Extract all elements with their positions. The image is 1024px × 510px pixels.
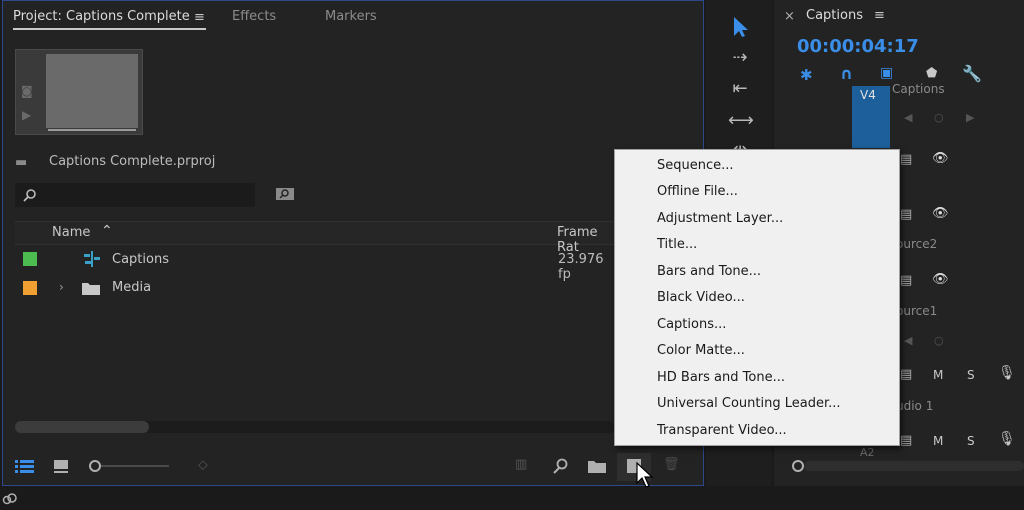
selection-tool-icon[interactable] bbox=[732, 16, 748, 38]
timeline-zoom-handle[interactable] bbox=[792, 460, 804, 472]
sync-lock-icon[interactable]: ▤ bbox=[900, 207, 912, 222]
timecode-display[interactable]: 00:00:04:17 bbox=[797, 36, 919, 57]
sort-icons-icon[interactable]: ⬦ bbox=[198, 457, 208, 473]
sync-lock-icon[interactable]: ▤ bbox=[900, 273, 912, 288]
wrench-icon[interactable]: 🔧 bbox=[962, 64, 982, 83]
item-name: Captions bbox=[112, 252, 169, 267]
new-bin-icon[interactable] bbox=[588, 459, 606, 473]
horizontal-scrollbar[interactable] bbox=[15, 421, 615, 433]
menu-item-transparent-video[interactable]: Transparent Video... bbox=[657, 418, 887, 444]
prev-caption-icon[interactable]: ◀ bbox=[904, 111, 912, 124]
active-tab-indicator bbox=[13, 28, 206, 30]
sync-lock-icon[interactable]: ▤ bbox=[900, 152, 912, 167]
project-file-name: Captions Complete.prproj bbox=[49, 154, 216, 169]
menu-item-hd-bars-and-tone[interactable]: HD Bars and Tone... bbox=[657, 365, 887, 391]
project-panel: Project: Captions Complete ≡ Effects Mar… bbox=[2, 0, 704, 488]
eye-icon[interactable]: 👁 bbox=[932, 272, 949, 287]
search-icon bbox=[23, 189, 36, 202]
nest-toggle-icon[interactable]: ✱ bbox=[800, 66, 813, 84]
clear-trash-icon[interactable]: 🗑 bbox=[663, 457, 680, 472]
menu-item-color-matte[interactable]: Color Matte... bbox=[657, 338, 887, 364]
thumbnail-scrubber[interactable] bbox=[48, 129, 136, 131]
track-v4-target[interactable]: V4 bbox=[852, 86, 890, 148]
mouse-cursor-icon bbox=[636, 461, 654, 488]
status-bar bbox=[0, 488, 1024, 510]
sync-lock-icon[interactable]: ▤ bbox=[900, 433, 912, 448]
snap-icon[interactable]: ∩ bbox=[840, 64, 853, 83]
thumbnail-image bbox=[46, 54, 138, 128]
mute-button[interactable]: M bbox=[933, 368, 943, 382]
name-column-header[interactable]: Name bbox=[52, 225, 90, 240]
new-item-context-menu: Sequence... Offline File... Adjustment L… bbox=[614, 149, 900, 446]
source2-track-name: ource2 bbox=[896, 237, 938, 251]
menu-item-sequence[interactable]: Sequence... bbox=[657, 153, 887, 179]
menu-item-bars-and-tone[interactable]: Bars and Tone... bbox=[657, 259, 887, 285]
audio1-track-name: udio 1 bbox=[896, 399, 934, 413]
microphone-icon[interactable]: 🎙 bbox=[998, 431, 1016, 447]
tab-markers[interactable]: Markers bbox=[325, 9, 377, 24]
menu-item-black-video[interactable]: Black Video... bbox=[657, 285, 887, 311]
find-bin-icon[interactable] bbox=[276, 187, 294, 201]
list-item[interactable]: › Media bbox=[15, 274, 615, 302]
project-file-icon: ▬ bbox=[15, 155, 28, 170]
automate-to-sequence-icon[interactable]: ▥ bbox=[515, 457, 527, 472]
eye-icon[interactable]: 👁 bbox=[932, 151, 949, 166]
tab-project[interactable]: Project: Captions Complete bbox=[13, 9, 190, 24]
preview-thumbnail: ◙ ▶ bbox=[15, 49, 143, 135]
menu-item-adjustment-layer[interactable]: Adjustment Layer... bbox=[657, 206, 887, 232]
zoom-slider-handle[interactable] bbox=[89, 460, 101, 472]
menu-item-universal-counting-leader[interactable]: Universal Counting Leader... bbox=[657, 391, 887, 417]
panel-menu-icon[interactable]: ≡ bbox=[194, 10, 205, 25]
mute-button[interactable]: M bbox=[933, 434, 943, 448]
add-keyframe-icon[interactable]: ○ bbox=[934, 334, 944, 347]
sort-ascending-icon[interactable]: ⌃ bbox=[101, 223, 113, 239]
folder-icon bbox=[82, 283, 100, 295]
expand-chevron-icon[interactable]: › bbox=[59, 280, 64, 294]
camera-icon[interactable]: ◙ bbox=[21, 84, 33, 98]
timeline-zoom-scrollbar[interactable] bbox=[804, 461, 1024, 471]
scrollbar-thumb[interactable] bbox=[15, 421, 149, 433]
add-marker-icon[interactable]: ⬟ bbox=[926, 66, 937, 81]
eye-icon[interactable]: 👁 bbox=[932, 206, 949, 221]
play-icon[interactable]: ▶ bbox=[22, 108, 31, 122]
find-icon[interactable] bbox=[553, 458, 569, 474]
menu-item-captions[interactable]: Captions... bbox=[657, 312, 887, 338]
captions-sequence-icon bbox=[84, 251, 100, 267]
track-a2-label: A2 bbox=[860, 446, 875, 459]
add-caption-icon[interactable]: ○ bbox=[934, 111, 944, 124]
tab-effects[interactable]: Effects bbox=[232, 9, 276, 24]
sync-lock-icon[interactable]: ▤ bbox=[900, 367, 912, 382]
solo-button[interactable]: S bbox=[967, 434, 975, 448]
menu-item-title[interactable]: Title... bbox=[657, 232, 887, 258]
sequence-tab-title[interactable]: Captions bbox=[806, 8, 863, 23]
prev-keyframe-icon[interactable]: ◀ bbox=[904, 334, 912, 347]
track-v4-label: V4 bbox=[860, 88, 876, 102]
item-name: Media bbox=[112, 280, 152, 295]
next-caption-icon[interactable]: ▶ bbox=[966, 111, 974, 124]
rolling-edit-tool-icon[interactable]: ⟷ bbox=[728, 111, 754, 131]
ripple-edit-tool-icon[interactable]: ⇤ bbox=[728, 79, 752, 99]
close-icon[interactable]: × bbox=[784, 9, 795, 24]
column-header: Name ⌃ Frame Rat bbox=[15, 221, 615, 255]
list-view-icon[interactable] bbox=[15, 459, 35, 473]
search-input[interactable] bbox=[15, 183, 255, 207]
list-item[interactable]: Captions 23.976 fp bbox=[15, 245, 615, 282]
icon-view-icon[interactable] bbox=[53, 459, 69, 473]
solo-button[interactable]: S bbox=[967, 368, 975, 382]
menu-item-offline-file[interactable]: Offline File... bbox=[657, 179, 887, 205]
linked-selection-icon[interactable]: ▣ bbox=[880, 65, 893, 81]
microphone-icon[interactable]: 🎙 bbox=[998, 365, 1016, 381]
panel-menu-icon[interactable]: ≡ bbox=[874, 8, 885, 23]
label-color-swatch[interactable] bbox=[23, 252, 37, 266]
source1-track-name: ource1 bbox=[896, 304, 938, 318]
zoom-slider-track[interactable] bbox=[101, 465, 169, 467]
creative-cloud-icon[interactable] bbox=[2, 492, 18, 506]
track-select-tool-icon[interactable]: ⇢ bbox=[728, 48, 752, 68]
label-color-swatch[interactable] bbox=[23, 281, 37, 295]
captions-track-name: Captions bbox=[892, 82, 945, 96]
